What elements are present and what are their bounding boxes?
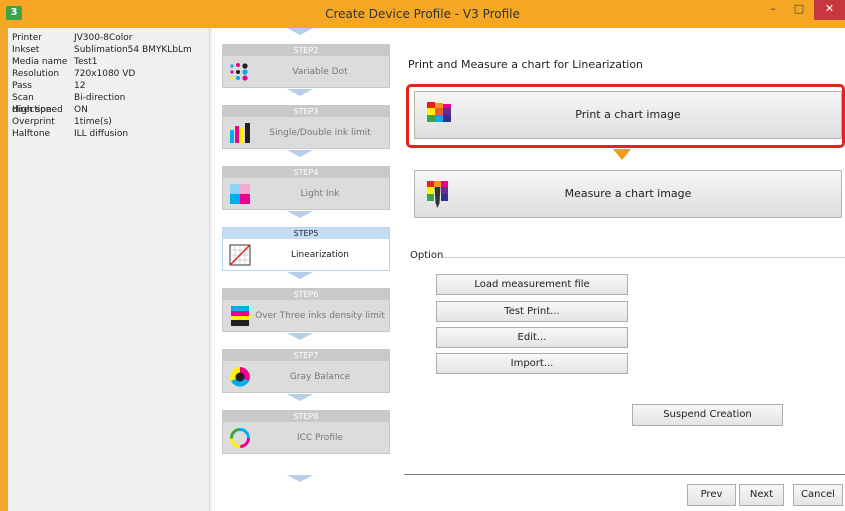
info-row-resolution: Resolution 720x1080 VD (8, 68, 209, 80)
maximize-icon[interactable]: □ (786, 0, 812, 20)
step-arrow-icon (287, 89, 313, 96)
next-button[interactable]: Next (739, 484, 784, 506)
info-label: Resolution (12, 69, 60, 79)
edit-button[interactable]: Edit... (436, 327, 628, 348)
info-value: ILL diffusion (74, 129, 129, 139)
step-name: Light Ink (300, 189, 340, 199)
info-row-printer: Printer JV300-8Color (8, 32, 209, 44)
info-row-overprint: Overprint 1time(s) (8, 116, 209, 128)
step-icc-profile[interactable]: STEP8 ICC Profile (222, 410, 390, 454)
step-arrow-icon (287, 28, 313, 35)
info-value: 12 (74, 81, 86, 91)
load-measurement-file-button[interactable]: Load measurement file (436, 274, 628, 295)
variable-dot-icon (230, 63, 248, 81)
info-value: Bi-direction (74, 93, 126, 103)
info-value: 1time(s) (74, 117, 112, 127)
window-title: Create Device Profile - V3 Profile (325, 7, 520, 21)
step-number: STEP4 (223, 167, 389, 178)
footer-divider (404, 474, 845, 475)
step-variable-dot[interactable]: STEP2 Variable Dot (222, 44, 390, 88)
info-label: Media name (12, 57, 68, 67)
info-value: Sublimation54 BMYKLbLm (74, 45, 192, 55)
suspend-creation-button[interactable]: Suspend Creation (632, 404, 783, 426)
info-row-pass: Pass 12 (8, 80, 209, 92)
info-label: Overprint (12, 117, 55, 127)
page-title: Print and Measure a chart for Linearizat… (408, 58, 644, 71)
step-name: Single/Double ink limit (269, 128, 371, 138)
step-name: Gray Balance (289, 372, 351, 382)
step-density-limit[interactable]: STEP6 Over Three inks density limit (222, 288, 390, 332)
info-row-media-name: Media name Test1 (8, 56, 209, 68)
step-number: STEP6 (223, 289, 389, 300)
option-divider (443, 257, 845, 258)
info-value: 720x1080 VD (74, 69, 136, 79)
cancel-button[interactable]: Cancel (793, 484, 843, 506)
density-limit-icon (231, 306, 249, 326)
step-arrow-icon (287, 475, 313, 482)
info-label: Scan direction (12, 93, 52, 115)
step-number: STEP7 (223, 350, 389, 361)
step-gray-balance[interactable]: STEP7 Gray Balance (222, 349, 390, 393)
step-arrow-icon (287, 272, 313, 279)
icc-profile-icon (230, 428, 250, 448)
step-linearization[interactable]: STEP5 Linearization (222, 227, 390, 271)
info-value: ON (74, 105, 88, 115)
step-arrow-icon (287, 333, 313, 340)
step-name: Over Three inks density limit (255, 311, 385, 321)
gray-balance-icon (230, 367, 250, 387)
info-label: High speed (12, 105, 63, 115)
measure-chart-label: Measure a chart image (564, 187, 692, 200)
info-label: Halftone (12, 129, 51, 139)
info-value: Test1 (74, 57, 98, 67)
light-ink-icon (230, 184, 250, 204)
step-number: STEP8 (223, 411, 389, 422)
option-section-label: Option (410, 250, 444, 261)
device-info-panel: Printer JV300-8Color Inkset Sublimation54 … (8, 28, 210, 511)
step-arrow-icon (287, 150, 313, 157)
dialog-frame: Printer JV300-8Color Inkset Sublimation54 … (8, 28, 845, 511)
step-name: Variable Dot (292, 67, 348, 77)
step-name: ICC Profile (296, 433, 344, 443)
info-label: Printer (12, 33, 42, 43)
next-action-arrow-icon (613, 149, 631, 160)
prev-button[interactable]: Prev (687, 484, 736, 506)
step-list: STEP2 Variable Dot STEP3 Single/Double i… (212, 28, 398, 511)
close-icon[interactable]: ✕ (814, 0, 845, 20)
step-ink-limit[interactable]: STEP3 Single/Double ink limit (222, 105, 390, 149)
info-value: JV300-8Color (74, 33, 133, 43)
step-arrow-icon (287, 394, 313, 401)
step-number: STEP5 (223, 228, 389, 239)
step-name: Linearization (291, 250, 349, 260)
step-light-ink[interactable]: STEP4 Light Ink (222, 166, 390, 210)
import-button[interactable]: Import... (436, 353, 628, 374)
step-number: STEP2 (223, 45, 389, 56)
ink-limit-icon (230, 123, 250, 143)
info-row-inkset: Inkset Sublimation54 BMYKLbLm (8, 44, 209, 56)
info-label: Pass (12, 81, 32, 91)
linearization-icon (229, 244, 251, 266)
measure-chart-button[interactable]: Measure a chart image (414, 170, 842, 218)
info-label: Inkset (12, 45, 40, 55)
minimize-icon[interactable]: – (760, 0, 786, 20)
info-row-scan-direction: Scan direction Bi-direction (8, 92, 209, 115)
step-arrow-icon (287, 211, 313, 218)
info-row-high-speed: High speed ON (8, 104, 209, 116)
print-chart-button[interactable]: Print a chart image (414, 91, 842, 139)
test-print-button[interactable]: Test Print... (436, 301, 628, 322)
main-panel: Print and Measure a chart for Linearizat… (398, 28, 845, 511)
title-bar: 3 Create Device Profile - V3 Profile – □… (0, 0, 845, 28)
step-number: STEP3 (223, 106, 389, 117)
print-chart-label: Print a chart image (575, 108, 681, 121)
info-row-halftone: Halftone ILL diffusion (8, 128, 209, 140)
